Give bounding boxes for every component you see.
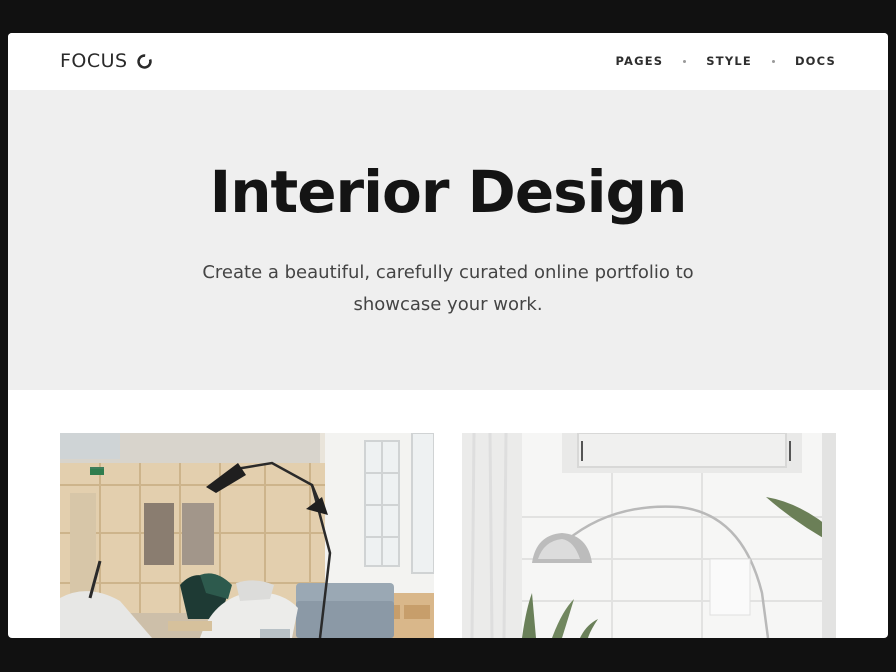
nav-separator — [771, 59, 775, 63]
hero-section: Interior Design Create a beautiful, care… — [8, 90, 888, 390]
gallery-card-white-room[interactable] — [462, 433, 836, 638]
nav-link-style[interactable]: STYLE — [706, 54, 752, 68]
logo-text: FOCUS — [60, 50, 128, 72]
hero-subtitle: Create a beautiful, carefully curated on… — [202, 262, 694, 315]
nav-separator — [683, 59, 687, 63]
hero-title: Interior Design — [209, 158, 688, 226]
site-header: FOCUS PAGES STYLE DOCS — [8, 33, 888, 90]
white-room-arc-lamp-photo — [462, 433, 836, 638]
circle-notch-icon — [136, 53, 153, 70]
browser-viewport: FOCUS PAGES STYLE DOCS Interior Design C… — [8, 33, 888, 638]
site-logo[interactable]: FOCUS — [60, 49, 153, 73]
office-lounge-photo — [60, 433, 434, 638]
nav-link-docs[interactable]: DOCS — [795, 54, 836, 68]
main-nav: PAGES STYLE DOCS — [615, 51, 836, 71]
gallery-card-office-lounge[interactable] — [60, 433, 434, 638]
nav-link-pages[interactable]: PAGES — [615, 54, 663, 68]
